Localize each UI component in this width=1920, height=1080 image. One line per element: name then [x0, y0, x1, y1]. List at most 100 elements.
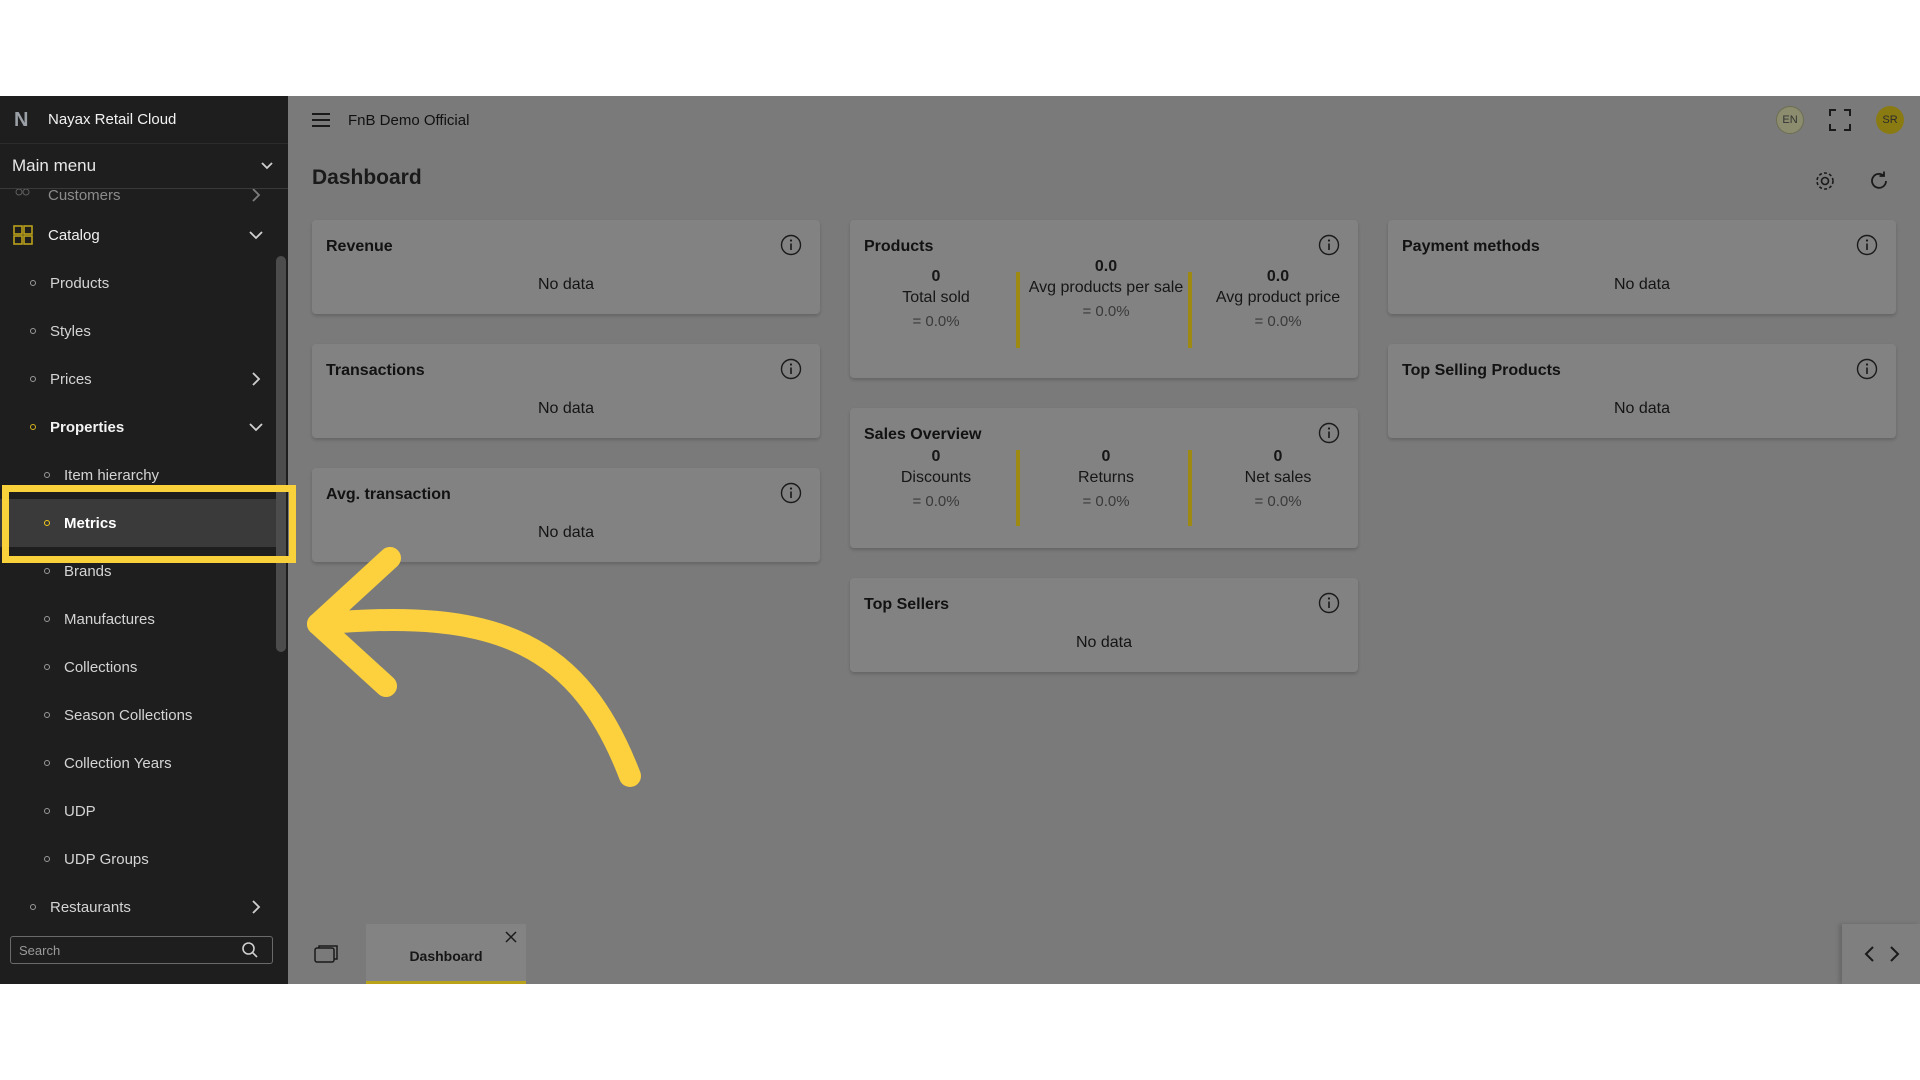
sidebar-scrollbar[interactable]: [276, 256, 286, 652]
hamburger-menu-icon[interactable]: [310, 111, 332, 129]
main-menu-label: Main menu: [12, 156, 97, 175]
no-data-text: No data: [537, 400, 595, 417]
search-input[interactable]: [11, 942, 241, 958]
stat-value: 0.0: [1266, 268, 1290, 285]
sidebar-item-udp-groups[interactable]: UDP Groups: [0, 835, 276, 883]
info-icon[interactable]: [1318, 422, 1340, 444]
info-icon[interactable]: [780, 482, 802, 504]
sidebar-item-label: Manufactures: [64, 610, 155, 628]
sidebar-item-label: Item hierarchy: [64, 466, 160, 484]
bullet-icon: [44, 760, 50, 766]
metrics-highlight-box: [2, 485, 296, 563]
refresh-icon[interactable]: [1868, 170, 1890, 192]
sidebar-item-label: Brands: [64, 562, 112, 580]
card-title: Products: [864, 238, 934, 255]
sidebar-item-styles[interactable]: Styles: [0, 307, 276, 355]
sidebar-item-label: Season Collections: [64, 706, 193, 724]
products-card: Products 0 Total sold = 0.0% 0.0 Avg pro…: [850, 220, 1358, 378]
bullet-icon: [44, 808, 50, 814]
stat-label: Total sold: [902, 289, 970, 306]
stat-discounts: 0 Discounts = 0.0%: [856, 448, 1016, 510]
stat-value: 0: [931, 448, 941, 465]
tab-nav-arrows: [1842, 924, 1920, 984]
chevron-down-icon: [261, 162, 273, 170]
chevron-right-icon: [252, 900, 261, 914]
no-data-text: No data: [537, 276, 595, 293]
sidebar-item-products[interactable]: Products: [0, 259, 276, 307]
bullet-icon: [30, 328, 36, 334]
card-title: Top Selling Products: [1402, 362, 1561, 379]
bullet-icon: [30, 280, 36, 286]
revenue-card: Revenue No data: [312, 220, 820, 314]
sidebar-item-label: Styles: [50, 322, 91, 340]
page-title: Dashboard: [312, 166, 422, 189]
sidebar-item-label: Properties: [50, 418, 125, 436]
stat-divider: [1016, 450, 1020, 526]
company-name[interactable]: FnB Demo Official: [348, 112, 469, 129]
sidebar-item-label: Customers: [48, 189, 121, 204]
bullet-icon: [44, 568, 50, 574]
sidebar-item-season-collections[interactable]: Season Collections: [0, 691, 276, 739]
close-icon[interactable]: [504, 930, 518, 944]
tabs-overview-icon[interactable]: [314, 944, 338, 964]
sidebar-item-properties[interactable]: Properties: [0, 403, 276, 451]
chevron-left-icon[interactable]: [1862, 945, 1878, 963]
sidebar-item-label: Prices: [50, 370, 92, 388]
fullscreen-icon[interactable]: [1828, 108, 1852, 132]
tab-label: Dashboard: [409, 948, 483, 964]
sidebar-item-udp[interactable]: UDP: [0, 787, 276, 835]
chevron-down-icon: [249, 423, 263, 432]
stat-change: = 0.0%: [1254, 313, 1302, 330]
sidebar-item-collections[interactable]: Collections: [0, 643, 276, 691]
chevron-right-icon: [252, 372, 261, 386]
bullet-icon: [44, 472, 50, 478]
stat-label: Net sales: [1244, 469, 1312, 486]
sidebar-item-restaurants[interactable]: Restaurants: [0, 883, 276, 931]
stat-change: = 0.0%: [1082, 493, 1130, 510]
search-icon[interactable]: [241, 941, 259, 959]
stat-returns: 0 Returns = 0.0%: [1026, 448, 1186, 510]
sidebar-item-label: Collection Years: [64, 754, 172, 772]
avatar[interactable]: SR: [1876, 106, 1904, 134]
stat-divider: [1188, 272, 1192, 348]
payment-methods-card: Payment methods No data: [1388, 220, 1896, 314]
stat-avg-products-per-sale: 0.0 Avg products per sale = 0.0%: [1026, 258, 1186, 320]
sidebar-item-collection-years[interactable]: Collection Years: [0, 739, 276, 787]
language-button[interactable]: EN: [1776, 106, 1804, 134]
sidebar-item-label: Products: [50, 274, 110, 292]
sidebar-item-manufactures[interactable]: Manufactures: [0, 595, 276, 643]
main-menu-toggle[interactable]: Main menu: [0, 144, 288, 189]
info-icon[interactable]: [780, 358, 802, 380]
card-title: Payment methods: [1402, 238, 1540, 255]
info-icon[interactable]: [780, 234, 802, 256]
sidebar-search[interactable]: [10, 936, 273, 964]
no-data-text: No data: [1075, 634, 1133, 651]
top-selling-products-card: Top Selling Products No data: [1388, 344, 1896, 438]
stat-label: Returns: [1077, 469, 1135, 486]
info-icon[interactable]: [1318, 592, 1340, 614]
top-header: FnB Demo Official EN SR: [288, 96, 1920, 144]
brand[interactable]: N Nayax Retail Cloud: [0, 96, 288, 144]
card-title: Transactions: [326, 362, 425, 379]
tab-dashboard[interactable]: Dashboard: [366, 924, 526, 984]
sidebar-item-prices[interactable]: Prices: [0, 355, 276, 403]
stat-value: 0: [931, 268, 941, 285]
stat-value: 0.0: [1094, 258, 1118, 275]
menu-list: Customers Catalog Products Styles Prices: [0, 189, 288, 984]
sidebar-item-catalog[interactable]: Catalog: [0, 211, 276, 259]
stat-net-sales: 0 Net sales = 0.0%: [1198, 448, 1358, 510]
bullet-icon: [44, 712, 50, 718]
info-icon[interactable]: [1318, 234, 1340, 256]
chevron-right-icon[interactable]: [1886, 945, 1902, 963]
callout-arrow-icon: [307, 547, 641, 787]
brand-name: Nayax Retail Cloud: [48, 111, 177, 128]
stat-total-sold: 0 Total sold = 0.0%: [856, 268, 1016, 330]
gear-icon[interactable]: [1814, 170, 1836, 192]
info-icon[interactable]: [1856, 234, 1878, 256]
bullet-icon: [44, 664, 50, 670]
stat-avg-product-price: 0.0 Avg product price = 0.0%: [1198, 268, 1358, 330]
header-actions: EN SR: [1776, 106, 1904, 134]
stat-value: 0: [1101, 448, 1111, 465]
chevron-down-icon: [249, 231, 263, 240]
info-icon[interactable]: [1856, 358, 1878, 380]
